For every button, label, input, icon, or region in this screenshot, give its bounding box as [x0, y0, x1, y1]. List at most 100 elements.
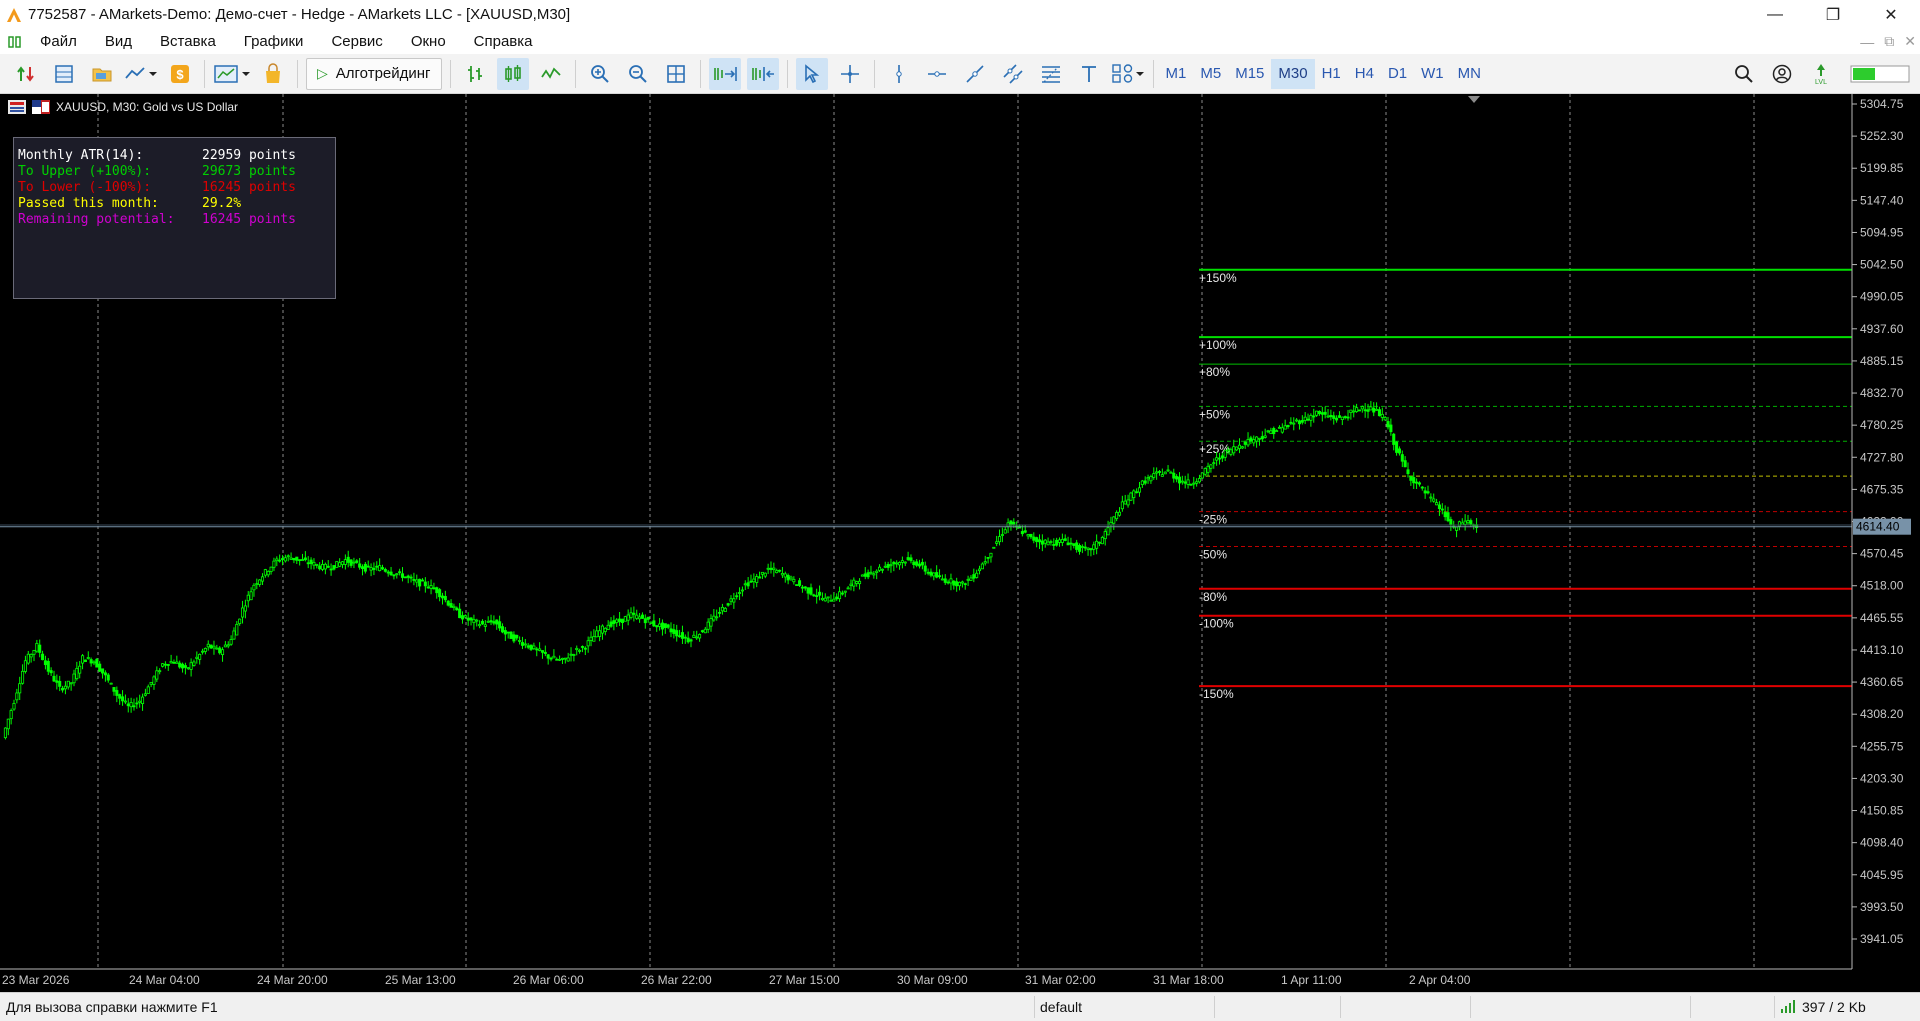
- candle: [429, 579, 433, 595]
- candle: [415, 574, 419, 588]
- menu-window[interactable]: Окно: [397, 33, 460, 50]
- templates-icon[interactable]: [213, 58, 251, 90]
- menu-insert[interactable]: Вставка: [146, 33, 230, 50]
- channel-icon[interactable]: [997, 58, 1029, 90]
- restore-button[interactable]: ❐: [1804, 0, 1862, 29]
- price-tick-label: 4885.15: [1860, 354, 1904, 368]
- timeframe-mn[interactable]: MN: [1451, 59, 1488, 89]
- signal-level-icon[interactable]: LVL: [1810, 62, 1832, 86]
- menu-file[interactable]: Файл: [26, 33, 91, 50]
- algo-trading-button[interactable]: ▷ Алготрейдинг: [306, 57, 442, 90]
- status-traffic[interactable]: 397 / 2 Kb: [1780, 993, 1866, 1021]
- candle: [198, 653, 202, 665]
- timeframe-m30[interactable]: M30: [1271, 58, 1315, 89]
- candle: [1392, 432, 1396, 451]
- vertical-line-icon[interactable]: [883, 58, 915, 90]
- text-icon[interactable]: [1073, 58, 1105, 90]
- horizontal-line-icon[interactable]: [921, 58, 953, 90]
- price-tick-label: 4780.25: [1860, 418, 1904, 432]
- timeframe-m1[interactable]: M1: [1159, 59, 1194, 89]
- candle: [1297, 419, 1301, 430]
- chart-shift-icon[interactable]: [746, 57, 779, 90]
- search-icon[interactable]: [1734, 64, 1754, 84]
- menu-tools[interactable]: Сервис: [317, 33, 396, 50]
- indicators-icon[interactable]: [124, 58, 158, 90]
- candle: [1246, 432, 1250, 448]
- minimize-button[interactable]: —: [1746, 0, 1804, 29]
- timeframe-m15[interactable]: M15: [1228, 59, 1271, 89]
- candle: [575, 645, 579, 656]
- fibonacci-icon[interactable]: [1035, 58, 1067, 90]
- connection-status-icon[interactable]: [1850, 65, 1910, 83]
- candle: [972, 568, 976, 583]
- candle: [1306, 413, 1310, 422]
- candle: [420, 578, 425, 582]
- bar-chart-icon[interactable]: [459, 58, 491, 90]
- trading-icon[interactable]: $: [164, 58, 196, 90]
- shift-marker-icon[interactable]: [1468, 96, 1480, 103]
- traffic-label: 397 / 2 Kb: [1802, 999, 1866, 1015]
- chart-area[interactable]: +150% +100% +80% +50% +25% -25% -50% -80% -100% -…: [0, 94, 1920, 992]
- candle: [326, 560, 330, 569]
- navigator-icon[interactable]: [86, 58, 118, 90]
- timeframe-h1[interactable]: H1: [1315, 59, 1348, 89]
- line-chart-icon[interactable]: [535, 58, 567, 90]
- candle: [1049, 539, 1053, 546]
- cursor-icon[interactable]: [795, 57, 828, 90]
- price-tick-label: 5094.95: [1860, 225, 1904, 239]
- timeframe-h4[interactable]: H4: [1348, 59, 1381, 89]
- timeframe-d1[interactable]: D1: [1381, 59, 1414, 89]
- market-icon[interactable]: [257, 58, 289, 90]
- candle: [875, 569, 879, 580]
- chart-properties-icon[interactable]: [8, 100, 26, 114]
- price-tick-label: 5147.40: [1860, 193, 1904, 207]
- candle: [1040, 534, 1044, 552]
- candle: [1043, 538, 1047, 548]
- candle: [343, 554, 347, 570]
- market-watch-icon[interactable]: [48, 58, 80, 90]
- trend-line-icon[interactable]: [959, 58, 991, 90]
- auto-scroll-icon[interactable]: [708, 57, 741, 90]
- account-icon[interactable]: [1772, 64, 1792, 84]
- candle: [1006, 518, 1010, 534]
- candle: [1083, 541, 1087, 552]
- menu-charts[interactable]: Графики: [230, 33, 318, 50]
- atr-info-label: Remaining potential:: [18, 212, 175, 227]
- candle: [975, 569, 979, 579]
- mdi-restore-button[interactable]: ⧉: [1884, 33, 1894, 50]
- candle: [780, 567, 784, 579]
- menu-help[interactable]: Справка: [460, 33, 547, 50]
- candle: [1360, 405, 1364, 413]
- zoom-in-icon[interactable]: [584, 58, 616, 90]
- candle: [146, 684, 150, 694]
- timeframe-w1[interactable]: W1: [1414, 59, 1451, 89]
- atr-info-label: To Lower (-100%):: [18, 180, 152, 195]
- candle: [1449, 516, 1453, 532]
- candle: [29, 653, 33, 663]
- candle: [183, 662, 187, 675]
- candle: [500, 623, 505, 634]
- status-profile[interactable]: default: [1040, 993, 1082, 1021]
- candlestick-chart-icon[interactable]: [496, 57, 529, 90]
- close-button[interactable]: ✕: [1862, 0, 1920, 29]
- chart-window-icon[interactable]: [4, 35, 26, 49]
- candle: [735, 592, 739, 600]
- tile-windows-icon[interactable]: [660, 58, 692, 90]
- candle: [372, 562, 376, 576]
- crosshair-icon[interactable]: [834, 58, 866, 90]
- status-divider: [1214, 996, 1215, 1018]
- timeframe-m5[interactable]: M5: [1193, 59, 1228, 89]
- candle: [686, 631, 690, 644]
- mdi-close-button[interactable]: ✕: [1904, 33, 1916, 50]
- candle: [638, 612, 642, 623]
- candle: [1026, 534, 1030, 540]
- candle: [1257, 437, 1261, 446]
- time-tick-label: 27 Mar 15:00: [769, 973, 840, 987]
- new-order-icon[interactable]: [10, 58, 42, 90]
- candle: [920, 558, 924, 570]
- mdi-minimize-button[interactable]: —: [1860, 34, 1874, 50]
- menu-view[interactable]: Вид: [91, 33, 146, 50]
- candle: [983, 555, 987, 566]
- shapes-icon[interactable]: [1111, 58, 1145, 90]
- zoom-out-icon[interactable]: [622, 58, 654, 90]
